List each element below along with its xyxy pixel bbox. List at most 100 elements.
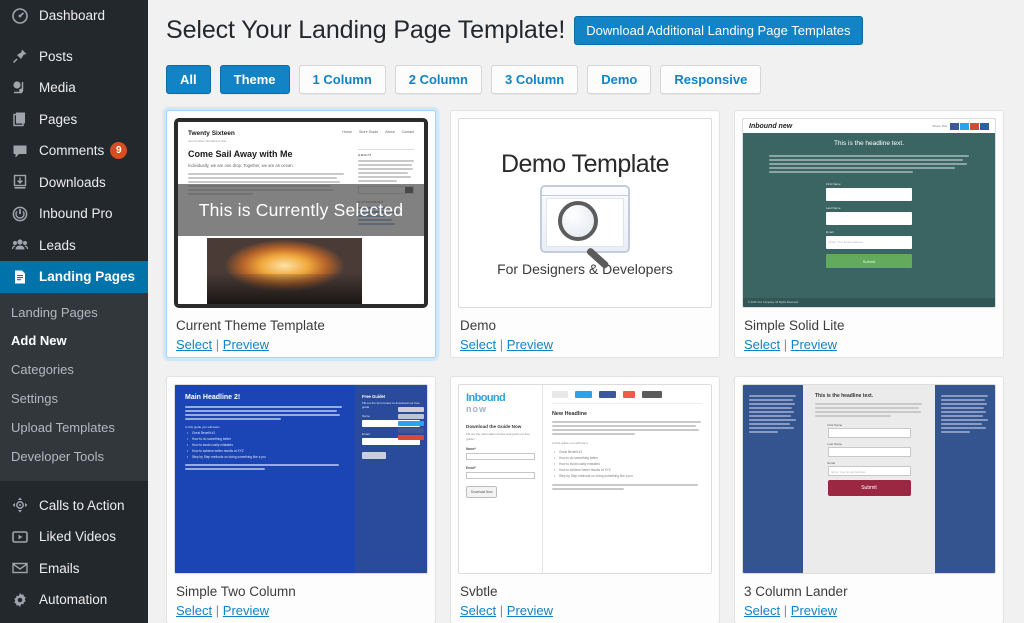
preview-link[interactable]: Preview [223, 337, 269, 352]
submenu-item-categories[interactable]: Categories [0, 356, 148, 385]
template-thumbnail[interactable]: Twenty Sixteen Just Another WordPress Si… [174, 118, 428, 308]
sidebar-item-automation[interactable]: Automation [0, 584, 148, 616]
facebook-icon [950, 122, 959, 130]
preview-link[interactable]: Preview [507, 603, 553, 618]
first-name-input[interactable] [827, 428, 911, 438]
sidebar-item-leads[interactable]: Leads [0, 230, 148, 262]
sidebar-item-liked-videos[interactable]: Liked Videos [0, 521, 148, 553]
sidebar-item-inbound-forms[interactable]: Inbound Forms [0, 616, 148, 623]
sidebar-item-calls-to-action[interactable]: Calls to Action [0, 490, 148, 522]
name-input[interactable] [466, 453, 535, 461]
preview-link[interactable]: Preview [223, 603, 269, 618]
email-input[interactable] [466, 472, 535, 480]
template-meta: Svbtle Select | Preview [458, 574, 712, 618]
template-thumbnail[interactable]: Inbound new Share This This is the headl… [742, 118, 996, 308]
filter-demo[interactable]: Demo [587, 65, 652, 94]
last-name-input[interactable] [826, 212, 912, 225]
field-label: First Name [826, 182, 841, 186]
sidebar-item-posts[interactable]: Posts [0, 41, 148, 73]
sidebar-divider [0, 32, 148, 41]
submenu-item-upload-templates[interactable]: Upload Templates [0, 414, 148, 443]
sidebar-item-landing-pages[interactable]: Landing Pages [0, 261, 148, 293]
select-link[interactable]: Select [460, 337, 496, 352]
field-label: Email [826, 230, 834, 234]
submit-button[interactable]: Submit [827, 480, 911, 496]
template-card[interactable]: Demo Template For Designers & Developers… [450, 110, 720, 358]
template-card[interactable]: Inbound new Share This This is the headl… [734, 110, 1004, 358]
preview-link[interactable]: Preview [791, 603, 837, 618]
share-icon [398, 414, 424, 419]
download-templates-button[interactable]: Download Additional Landing Page Templat… [574, 16, 863, 45]
threecol-form: First Name Last Name Email Enter Your Em… [827, 423, 911, 496]
last-name-input[interactable] [827, 447, 911, 457]
first-name-input[interactable] [826, 188, 912, 201]
solid-body-text [769, 153, 969, 175]
submenu-item-developer-tools[interactable]: Developer Tools [0, 443, 148, 472]
filter-2-column[interactable]: 2 Column [394, 65, 482, 94]
demo-subtitle: For Designers & Developers [497, 260, 673, 277]
submenu-item-add-new[interactable]: Add New [0, 327, 148, 356]
select-link[interactable]: Select [176, 603, 212, 618]
tweet-icon [575, 391, 592, 398]
template-thumbnail[interactable]: Demo Template For Designers & Developers [458, 118, 712, 308]
template-thumbnail[interactable]: Inbound now Download the Guide Now Fill … [458, 384, 712, 574]
template-meta: Simple Solid Lite Select | Preview [742, 308, 996, 352]
logo-top: Inbound [466, 392, 506, 404]
field-label: First Name [827, 423, 843, 427]
left-column [743, 385, 803, 573]
like-icon [552, 391, 568, 398]
sidebar-item-pages[interactable]: Pages [0, 104, 148, 136]
preview-link[interactable]: Preview [507, 337, 553, 352]
sidebar-item-media[interactable]: Media [0, 72, 148, 104]
template-card[interactable]: Main Headline 2! In this guide you will … [166, 376, 436, 623]
users-icon [10, 235, 30, 255]
template-card[interactable]: This is the headline text. First Name La… [734, 376, 1004, 623]
download-now-button[interactable]: Download Now [466, 486, 498, 499]
sidebar-item-emails[interactable]: Emails [0, 553, 148, 585]
comments-count-badge: 9 [110, 142, 128, 160]
template-name: Simple Two Column [176, 584, 296, 599]
social-share-bar: Share This [933, 122, 989, 130]
sidebar-item-downloads[interactable]: Downloads [0, 167, 148, 199]
filter-3-column[interactable]: 3 Column [491, 65, 579, 94]
sidebar-item-label: Emails [39, 560, 80, 576]
template-thumbnail[interactable]: Main Headline 2! In this guide you will … [174, 384, 428, 574]
filter-all[interactable]: All [166, 65, 211, 94]
filter-responsive[interactable]: Responsive [660, 65, 762, 94]
video-icon [10, 527, 30, 547]
template-meta: 3 Column Lander Select | Preview [742, 574, 996, 618]
sidebar-item-inbound-pro[interactable]: Inbound Pro [0, 198, 148, 230]
filter-theme[interactable]: Theme [219, 65, 290, 94]
submit-button[interactable]: Submit [826, 254, 912, 268]
select-link[interactable]: Select [460, 603, 496, 618]
theme-headline: Come Sail Away with Me [188, 149, 293, 159]
power-icon [10, 204, 30, 224]
template-thumbnail[interactable]: This is the headline text. First Name La… [742, 384, 996, 574]
sidebar-item-label: Landing Pages [39, 269, 136, 284]
svbtle-lead-in: In this guide you will learn: [552, 441, 589, 445]
sidebar-item-dashboard[interactable]: Dashboard [0, 0, 148, 32]
bullet-item: How to achieve better results at XYZ [554, 468, 702, 472]
submenu-item-landing-pages[interactable]: Landing Pages [0, 299, 148, 328]
template-card[interactable]: Inbound now Download the Guide Now Fill … [450, 376, 720, 623]
template-card[interactable]: Twenty Sixteen Just Another WordPress Si… [166, 110, 436, 358]
select-link[interactable]: Select [744, 603, 780, 618]
sidebar-item-comments[interactable]: Comments 9 [0, 135, 148, 167]
select-link[interactable]: Select [176, 337, 212, 352]
select-link[interactable]: Select [744, 337, 780, 352]
preview-link[interactable]: Preview [791, 337, 837, 352]
email-input[interactable]: Enter Your Email Address [827, 466, 911, 476]
submenu-item-settings[interactable]: Settings [0, 385, 148, 414]
selected-overlay: This is Currently Selected [178, 184, 424, 236]
theme-nav-item: Contact [401, 130, 414, 134]
svbtle-side-sub: Fill out the information below and grab … [466, 432, 530, 441]
twitter-icon [398, 421, 424, 426]
email-input[interactable]: Enter Your Email Address [826, 236, 912, 249]
link-separator: | [499, 336, 504, 352]
center-column: This is the headline text. First Name La… [803, 385, 935, 573]
two-column-sidebar: Free Guide! Fill out the form below to d… [355, 385, 427, 573]
submit-button[interactable] [362, 452, 386, 459]
sidebar-item-label: Comments [39, 143, 105, 158]
window-titlebar [542, 187, 628, 201]
filter-1-column[interactable]: 1 Column [298, 65, 386, 94]
